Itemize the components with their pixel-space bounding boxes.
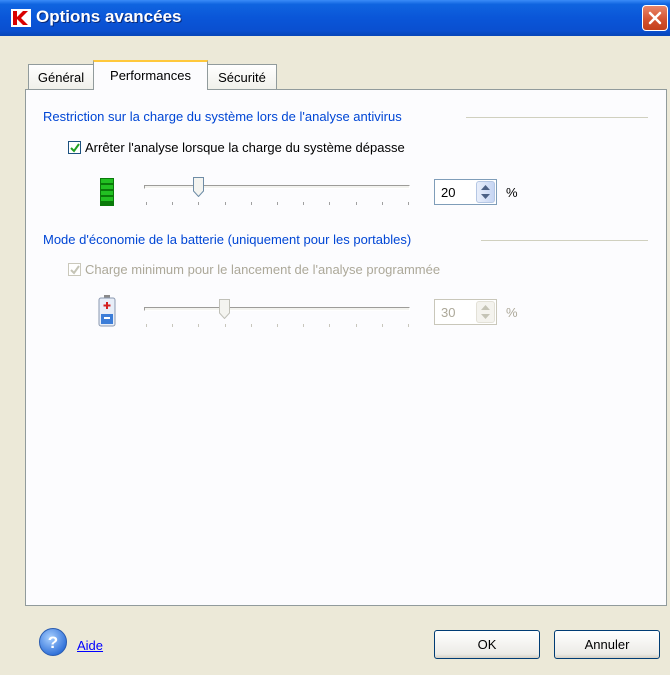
stop-scan-label: Arrêter l'analyse lorsque la charge du s… — [85, 140, 405, 155]
battery-min-label: Charge minimum pour le lancement de l'an… — [85, 262, 441, 277]
slider-tick — [408, 324, 409, 327]
slider-tick — [172, 202, 173, 205]
svg-text:?: ? — [48, 633, 58, 652]
cpu-load-icon — [100, 178, 114, 206]
slider-tick — [303, 202, 304, 205]
spin-buttons[interactable] — [476, 181, 495, 203]
tab-panel-performances: Restriction sur la charge du système lor… — [25, 89, 667, 606]
kaspersky-logo-icon — [11, 9, 31, 27]
window-title: Options avancées — [36, 7, 182, 26]
checkmark-icon — [70, 143, 80, 153]
load-threshold-spinner[interactable]: 20 — [434, 179, 497, 205]
slider-tick — [146, 202, 147, 205]
slider-tick — [277, 202, 278, 205]
tab-performances[interactable]: Performances — [93, 60, 208, 90]
slider-tick — [356, 324, 357, 327]
stop-scan-checkbox[interactable] — [68, 141, 81, 154]
slider-tick — [198, 202, 199, 205]
slider-tick — [382, 324, 383, 327]
tab-securite[interactable]: Sécurité — [207, 64, 277, 89]
ok-button[interactable]: OK — [434, 630, 540, 659]
help-link[interactable]: Aide — [77, 638, 103, 653]
spin-up-icon[interactable] — [481, 305, 490, 310]
battery-slider-thumb[interactable] — [219, 299, 231, 319]
spin-buttons[interactable] — [476, 301, 495, 323]
title-bar[interactable]: Options avancées — [0, 0, 670, 36]
slider-tick — [303, 324, 304, 327]
load-slider-thumb[interactable] — [192, 177, 204, 197]
battery-slider-track[interactable] — [144, 307, 410, 311]
slider-tick — [329, 202, 330, 205]
battery-threshold-value: 30 — [441, 305, 456, 320]
slider-tick — [172, 324, 173, 327]
load-slider-track[interactable] — [144, 185, 410, 189]
slider-tick — [225, 324, 226, 327]
group-separator — [481, 240, 648, 241]
slider-tick — [198, 324, 199, 327]
slider-tick — [225, 202, 226, 205]
slider-tick — [408, 202, 409, 205]
tab-general[interactable]: Général — [28, 64, 94, 89]
checkmark-icon — [70, 265, 80, 275]
slider-tick — [382, 202, 383, 205]
slider-tick — [251, 202, 252, 205]
battery-threshold-spinner[interactable]: 30 — [434, 299, 497, 325]
load-unit: % — [506, 185, 518, 200]
slider-tick — [251, 324, 252, 327]
help-icon[interactable]: ? — [38, 627, 68, 657]
close-icon — [648, 11, 662, 25]
slider-tick — [329, 324, 330, 327]
battery-icon — [98, 295, 116, 327]
load-threshold-value: 20 — [441, 185, 456, 200]
slider-tick — [146, 324, 147, 327]
battery-unit: % — [506, 305, 518, 320]
options-dialog: Options avancées Général Performances Sé… — [0, 0, 670, 675]
group-separator — [466, 117, 648, 118]
slider-tick — [277, 324, 278, 327]
spin-down-icon[interactable] — [481, 194, 490, 199]
group-title-load: Restriction sur la charge du système lor… — [43, 109, 406, 124]
group-title-battery: Mode d'économie de la batterie (uniqueme… — [43, 232, 416, 247]
spin-up-icon[interactable] — [481, 185, 490, 190]
close-button[interactable] — [642, 5, 668, 31]
slider-tick — [356, 202, 357, 205]
cancel-button[interactable]: Annuler — [554, 630, 660, 659]
spin-down-icon[interactable] — [481, 314, 490, 319]
battery-min-checkbox[interactable] — [68, 263, 81, 276]
